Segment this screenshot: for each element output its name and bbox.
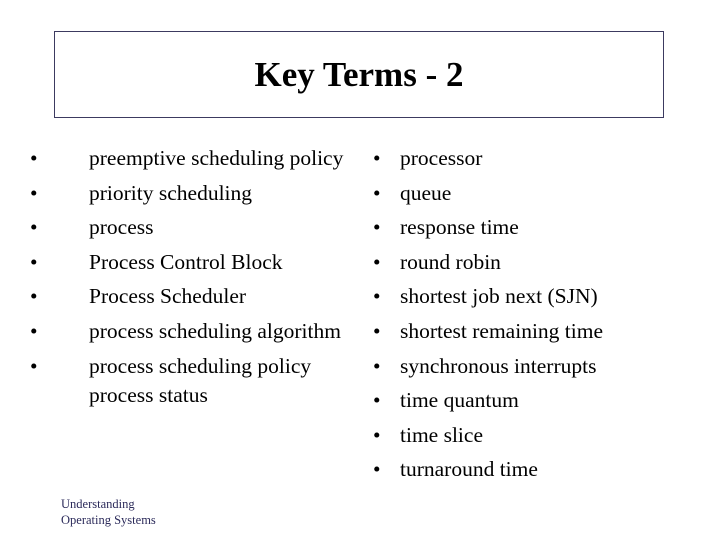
list-item: • shortest job next (SJN) bbox=[373, 282, 703, 311]
bullet-icon: • bbox=[30, 249, 38, 274]
bullet-icon: • bbox=[30, 284, 38, 309]
bullet-icon: • bbox=[373, 422, 381, 447]
bullet-icon: • bbox=[30, 318, 38, 343]
list-item: • round robin bbox=[373, 248, 703, 277]
term-text: processor bbox=[400, 146, 483, 170]
list-item: • process bbox=[30, 213, 350, 242]
term-text: turnaround time bbox=[400, 457, 538, 482]
list-item: • process scheduling algorithm bbox=[30, 317, 350, 346]
term-text: Process Control Block bbox=[89, 249, 283, 274]
list-item: • response time bbox=[373, 213, 703, 242]
list-item: • Process Scheduler bbox=[30, 282, 350, 311]
term-text: process scheduling policy process status bbox=[89, 353, 312, 407]
footer-caption: Understanding Operating Systems bbox=[61, 496, 156, 528]
bullet-icon: • bbox=[373, 180, 381, 205]
bullet-icon: • bbox=[30, 180, 38, 205]
list-item: • priority scheduling bbox=[30, 179, 350, 208]
list-item: • time quantum bbox=[373, 386, 703, 415]
bullet-icon: • bbox=[373, 318, 381, 343]
footer-line-1: Understanding bbox=[61, 497, 135, 511]
list-item: • process scheduling policy process statu… bbox=[30, 352, 350, 410]
bullet-icon: • bbox=[30, 215, 38, 240]
bullet-icon: • bbox=[373, 388, 381, 413]
term-text: round robin bbox=[400, 249, 501, 274]
list-item: • time slice bbox=[373, 421, 703, 450]
bullet-icon: • bbox=[30, 146, 38, 170]
term-text: response time bbox=[400, 215, 519, 240]
term-text: time slice bbox=[400, 422, 483, 447]
list-item: • synchronous interrupts bbox=[373, 352, 703, 381]
list-item: • processor bbox=[373, 144, 703, 173]
footer-line-2: Operating Systems bbox=[61, 513, 156, 527]
term-text: process scheduling algorithm bbox=[89, 318, 341, 343]
right-term-list: • processor • queue • response time • round … bbox=[373, 144, 703, 490]
term-text: preemptive scheduling policy bbox=[89, 146, 344, 170]
list-item: • queue bbox=[373, 179, 703, 208]
bullet-icon: • bbox=[30, 353, 38, 378]
bullet-icon: • bbox=[373, 457, 381, 482]
list-item: • preemptive scheduling policy bbox=[30, 144, 350, 173]
bullet-icon: • bbox=[373, 215, 381, 240]
term-text: Process Scheduler bbox=[89, 284, 247, 309]
term-text: shortest job next (SJN) bbox=[400, 284, 598, 309]
bullet-icon: • bbox=[373, 146, 381, 170]
left-term-list: • preemptive scheduling policy • priority … bbox=[30, 144, 350, 415]
list-item: • turnaround time bbox=[373, 455, 703, 484]
title-box: Key Terms - 2 bbox=[54, 31, 664, 118]
term-text: time quantum bbox=[400, 388, 519, 413]
bullet-icon: • bbox=[373, 249, 381, 274]
term-text: process bbox=[89, 215, 154, 240]
term-text: synchronous interrupts bbox=[400, 353, 597, 378]
term-text: queue bbox=[400, 180, 452, 205]
list-item: • Process Control Block bbox=[30, 248, 350, 277]
bullet-icon: • bbox=[373, 284, 381, 309]
term-text: priority scheduling bbox=[89, 180, 253, 205]
slide-title: Key Terms - 2 bbox=[254, 54, 464, 94]
bullet-icon: • bbox=[373, 353, 381, 378]
list-item: • shortest remaining time bbox=[373, 317, 703, 346]
term-text: shortest remaining time bbox=[400, 318, 604, 343]
